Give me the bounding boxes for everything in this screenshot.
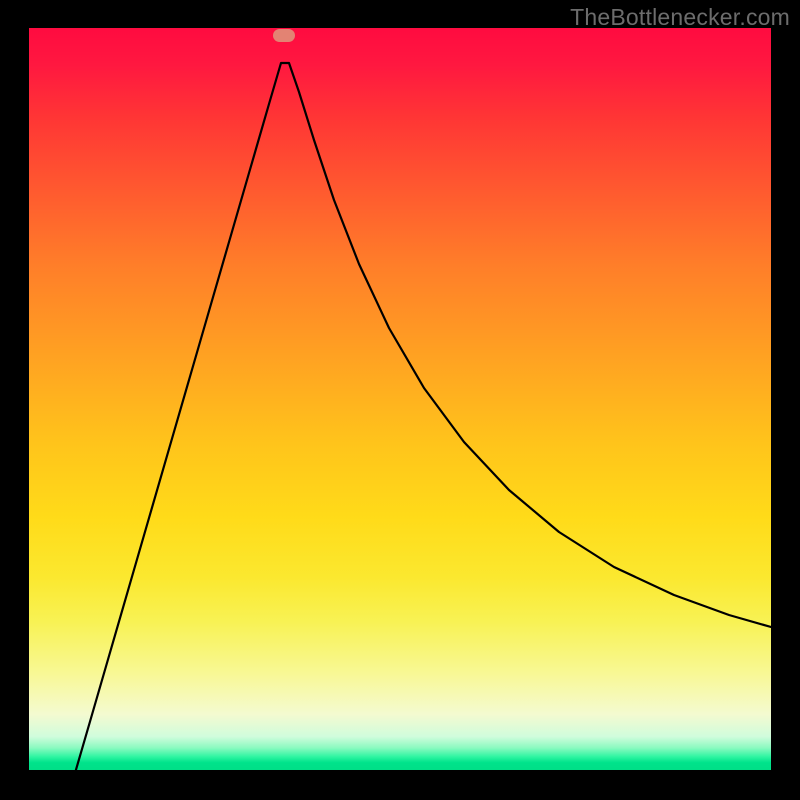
watermark-text: TheBottlenecker.com bbox=[570, 4, 790, 31]
chart-curve bbox=[29, 28, 771, 770]
chart-plot-area bbox=[29, 28, 771, 770]
optimum-marker bbox=[273, 29, 295, 42]
